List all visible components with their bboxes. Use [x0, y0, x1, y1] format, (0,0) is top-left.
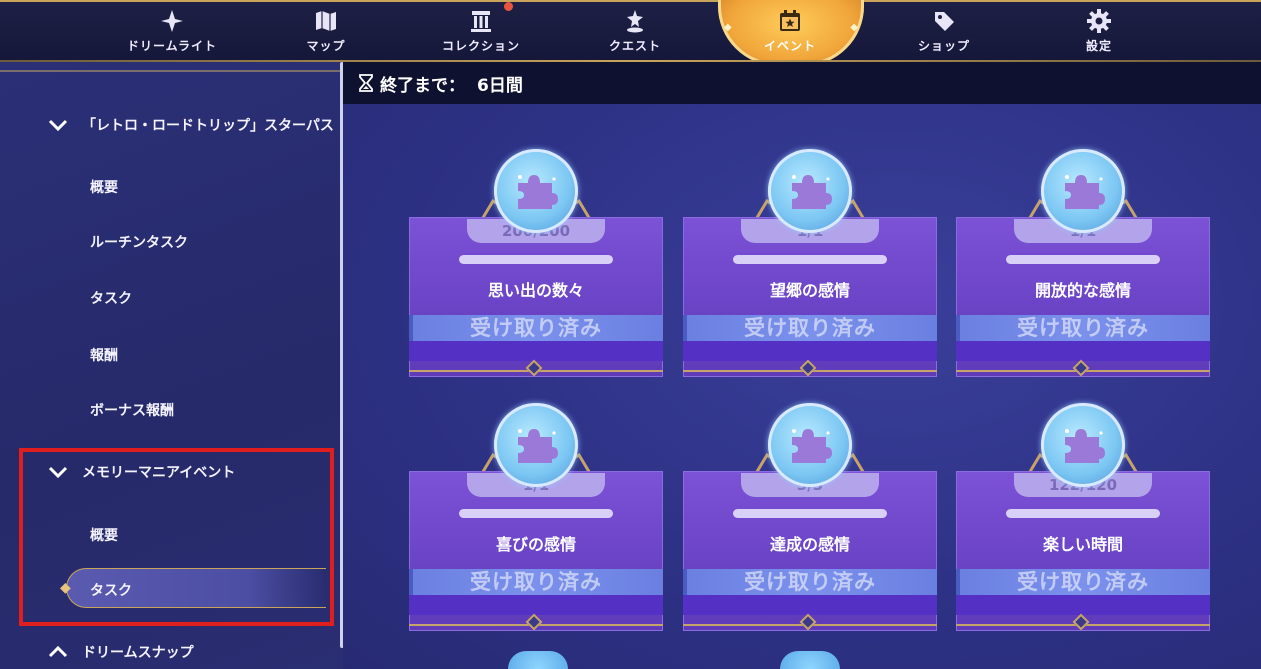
card-orb: [768, 403, 852, 487]
calendar-star-icon: [780, 10, 800, 31]
timer-label: 終了まで：: [380, 75, 465, 96]
puzzle-piece-icon: [518, 175, 558, 209]
task-card[interactable]: 3/3達成の感情受け取り済み: [683, 403, 937, 639]
dreamlight-icon: [161, 10, 183, 32]
card-progress-bar: [1006, 255, 1160, 264]
nav-label: ショップ: [917, 39, 970, 53]
nav-label: ドリームライト: [126, 39, 218, 53]
sidebar-group-starpass[interactable]: 「レトロ・ロードトリップ」スターパス: [48, 115, 334, 135]
nav-label: クエスト: [608, 39, 661, 53]
nav-label: コレクション: [441, 39, 520, 53]
card-progress-bar: [459, 255, 613, 264]
puzzle-piece-icon: [792, 429, 832, 463]
nav-label: 設定: [1085, 39, 1112, 53]
card-orb: [1041, 403, 1125, 487]
card-bottom-strip: [683, 341, 937, 361]
card-progress-bar: [459, 509, 613, 518]
diamond-icon: ◆: [60, 580, 71, 596]
task-card[interactable]: 1/1望郷の感情受け取り済み: [683, 149, 937, 385]
sidebar-item-overview[interactable]: 概要: [90, 177, 118, 197]
card-orb: [494, 149, 578, 233]
orb-partial: [780, 651, 840, 669]
card-bottom-strip: [683, 595, 937, 615]
card-progress-bar: [733, 255, 887, 264]
top-navigation-bar: ドリームライト マップ コレクション クエスト: [0, 0, 1261, 66]
sidebar-item-tasks[interactable]: タスク: [90, 288, 132, 308]
claimed-status: 受け取り済み: [683, 315, 937, 341]
claimed-status: 受け取り済み: [956, 569, 1210, 595]
nav-tab-collection[interactable]: コレクション: [421, 8, 541, 62]
card-title: 開放的な感情: [1034, 281, 1131, 300]
orb-partial: [508, 651, 568, 669]
card-orb: [768, 149, 852, 233]
sidebar-group-title: メモリーマニアイベント: [82, 465, 236, 481]
nav-tab-map[interactable]: マップ: [266, 8, 386, 62]
sidebar-item-rewards[interactable]: 報酬: [90, 345, 118, 365]
card-bottom-strip: [409, 341, 663, 361]
puzzle-piece-icon: [1065, 175, 1105, 209]
sidebar-item-event-overview[interactable]: 概要: [90, 525, 118, 545]
claimed-status: 受け取り済み: [956, 315, 1210, 341]
sidebar-item-event-tasks[interactable]: タスク: [90, 580, 132, 600]
chevron-up-icon: [48, 645, 68, 658]
card-title: 思い出の数々: [487, 281, 584, 300]
nav-tab-settings[interactable]: 設定: [1039, 8, 1159, 62]
sidebar-group-title: 「レトロ・ロードトリップ」スターパス: [82, 118, 334, 134]
sidebar-group-dream-snaps[interactable]: ドリームスナップ: [48, 642, 194, 662]
gear-icon: [1087, 9, 1111, 33]
quest-icon: [627, 10, 643, 33]
card-progress-bar: [733, 509, 887, 518]
card-title: 楽しい時間: [1042, 535, 1123, 554]
puzzle-piece-icon: [518, 429, 558, 463]
puzzle-piece-icon: [1065, 429, 1105, 463]
card-progress-bar: [1006, 509, 1160, 518]
task-card[interactable]: 200/200思い出の数々受け取り済み: [409, 149, 663, 385]
price-tag-icon: [935, 12, 954, 31]
event-timer-bar: 終了まで： 6日間: [343, 62, 1261, 104]
claimed-status: 受け取り済み: [409, 569, 663, 595]
claimed-status: 受け取り済み: [409, 315, 663, 341]
task-card[interactable]: 122/120楽しい時間受け取り済み: [956, 403, 1210, 639]
hourglass-icon: [359, 74, 373, 92]
map-icon: [316, 11, 336, 31]
nav-tab-event[interactable]: イベント: [730, 8, 850, 62]
card-title: 喜びの感情: [495, 535, 576, 554]
collection-icon: [471, 11, 491, 32]
nav-tab-shop[interactable]: ショップ: [884, 8, 1004, 62]
sidebar-item-bonus-rewards[interactable]: ボーナス報酬: [90, 400, 174, 420]
card-title: 望郷の感情: [769, 281, 850, 300]
card-bottom-strip: [956, 595, 1210, 615]
chevron-down-icon: [48, 466, 68, 479]
sidebar-group-title: ドリームスナップ: [82, 645, 194, 661]
card-orb: [1041, 149, 1125, 233]
chevron-down-icon: [48, 119, 68, 132]
card-bottom-strip: [409, 595, 663, 615]
sidebar-item-routine-tasks[interactable]: ルーチンタスク: [90, 232, 188, 252]
sidebar-ornament: [0, 66, 340, 72]
task-card[interactable]: 1/1開放的な感情受け取り済み: [956, 149, 1210, 385]
sidebar-group-memory-mania[interactable]: メモリーマニアイベント: [48, 462, 235, 482]
nav-label: イベント: [763, 39, 816, 53]
nav-tab-dreamlight[interactable]: ドリームライト: [112, 8, 232, 62]
nav-tab-quest[interactable]: クエスト: [575, 8, 695, 62]
card-bottom-strip: [956, 341, 1210, 361]
card-orb: [494, 403, 578, 487]
puzzle-piece-icon: [792, 175, 832, 209]
timer-value: 6日間: [477, 75, 523, 96]
claimed-status: 受け取り済み: [683, 569, 937, 595]
nav-label: マップ: [306, 39, 346, 53]
task-card[interactable]: 1/1喜びの感情受け取り済み: [409, 403, 663, 639]
card-title: 達成の感情: [769, 535, 850, 554]
